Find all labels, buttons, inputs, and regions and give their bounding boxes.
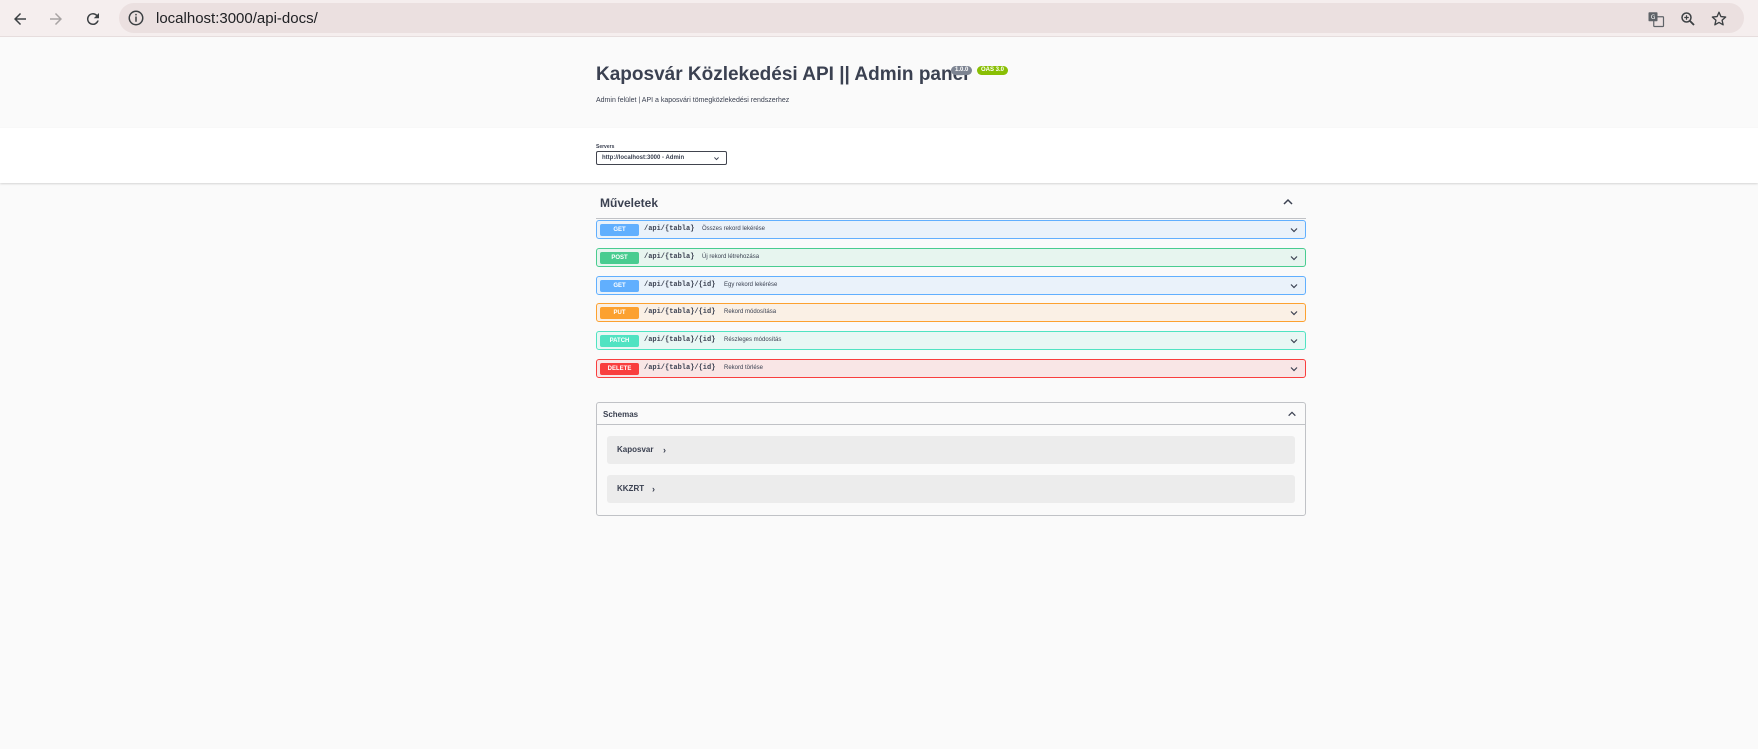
chevron-up-icon[interactable] [1282, 196, 1294, 208]
schemas-title: Schemas [603, 410, 639, 419]
method-badge: GET [600, 224, 639, 236]
endpoint-path: /api/{tabla}/{id} [644, 308, 716, 316]
method-badge: PUT [600, 307, 639, 319]
browser-toolbar: localhost:3000/api-docs/ G [0, 0, 1758, 37]
reload-icon[interactable] [79, 5, 107, 33]
chevron-down-icon [1290, 367, 1298, 372]
site-info-icon[interactable] [127, 9, 145, 27]
chevron-down-icon [714, 157, 719, 161]
endpoint-path: /api/{tabla} [644, 253, 695, 261]
zoom-icon[interactable] [1679, 10, 1697, 28]
endpoint-summary: Összes rekord lekérése [702, 226, 766, 232]
swagger-page: Kaposvár Közlekedési API || Admin panel … [0, 38, 1758, 749]
schemas-header[interactable]: Schemas [597, 403, 1305, 425]
api-description: Admin felület | API a kaposvári tömegköz… [596, 97, 790, 104]
address-bar[interactable]: localhost:3000/api-docs/ G [119, 3, 1744, 33]
chevron-down-icon [1290, 284, 1298, 289]
page-title: Kaposvár Közlekedési API || Admin panel [596, 64, 969, 85]
method-badge: PATCH [600, 335, 639, 347]
opblock-patch-partial[interactable]: PATCH /api/{tabla}/{id} Részleges módosí… [596, 331, 1306, 350]
servers-label: Servers [596, 144, 615, 150]
endpoint-path: /api/{tabla}/{id} [644, 336, 716, 344]
operations-tag-header[interactable]: Műveletek [596, 183, 1306, 219]
chevron-down-icon [1290, 339, 1298, 344]
endpoint-summary: Rekord módosítása [724, 309, 777, 315]
opblock-delete[interactable]: DELETE /api/{tabla}/{id} Rekord törlése [596, 359, 1306, 378]
servers-selected-value: http://localhost:3000 - Admin [602, 155, 685, 161]
svg-text:G: G [1651, 14, 1656, 21]
bookmark-star-icon[interactable] [1710, 10, 1728, 28]
chevron-right-icon: › [652, 484, 655, 494]
servers-select[interactable]: http://localhost:3000 - Admin [596, 151, 727, 165]
info-section: Kaposvár Közlekedési API || Admin panel … [0, 38, 1758, 128]
opblock-post-create[interactable]: POST /api/{tabla} Új rekord létrehozása [596, 248, 1306, 267]
endpoint-summary: Rekord törlése [724, 365, 764, 371]
method-badge: GET [600, 280, 639, 292]
opblock-get-list[interactable]: GET /api/{tabla} Összes rekord lekérése [596, 220, 1306, 239]
chevron-down-icon [1290, 228, 1298, 233]
schemas-section: Schemas Kaposvar › KKZRT › [596, 402, 1306, 516]
model-name: Kaposvar [617, 445, 654, 454]
chevron-up-icon[interactable] [1287, 409, 1297, 419]
opblock-put-update[interactable]: PUT /api/{tabla}/{id} Rekord módosítása [596, 303, 1306, 322]
endpoint-summary: Új rekord létrehozása [702, 254, 760, 260]
back-icon[interactable] [6, 5, 34, 33]
chevron-right-icon: › [663, 445, 666, 455]
method-badge: POST [600, 252, 639, 264]
operations-title: Műveletek [600, 196, 659, 210]
translate-icon[interactable]: G [1647, 10, 1665, 28]
url-text[interactable]: localhost:3000/api-docs/ [156, 10, 318, 27]
model-kkzrt[interactable]: KKZRT › [607, 475, 1295, 503]
chevron-down-icon [1290, 256, 1298, 261]
model-name: KKZRT [617, 484, 645, 493]
opblock-get-one[interactable]: GET /api/{tabla}/{id} Egy rekord lekérés… [596, 276, 1306, 295]
oas-badge: OAS 3.0 [977, 66, 1009, 75]
endpoint-summary: Részleges módosítás [724, 337, 782, 343]
method-badge: DELETE [600, 363, 639, 375]
servers-section: Servers http://localhost:3000 - Admin [0, 128, 1758, 183]
version-badge: 1.0.0 [951, 66, 973, 75]
forward-icon[interactable] [42, 5, 70, 33]
endpoint-path: /api/{tabla} [644, 225, 695, 233]
endpoint-path: /api/{tabla}/{id} [644, 364, 716, 372]
endpoint-path: /api/{tabla}/{id} [644, 281, 716, 289]
endpoint-summary: Egy rekord lekérése [724, 282, 778, 288]
chevron-down-icon [1290, 311, 1298, 316]
model-kaposvar[interactable]: Kaposvar › [607, 436, 1295, 464]
